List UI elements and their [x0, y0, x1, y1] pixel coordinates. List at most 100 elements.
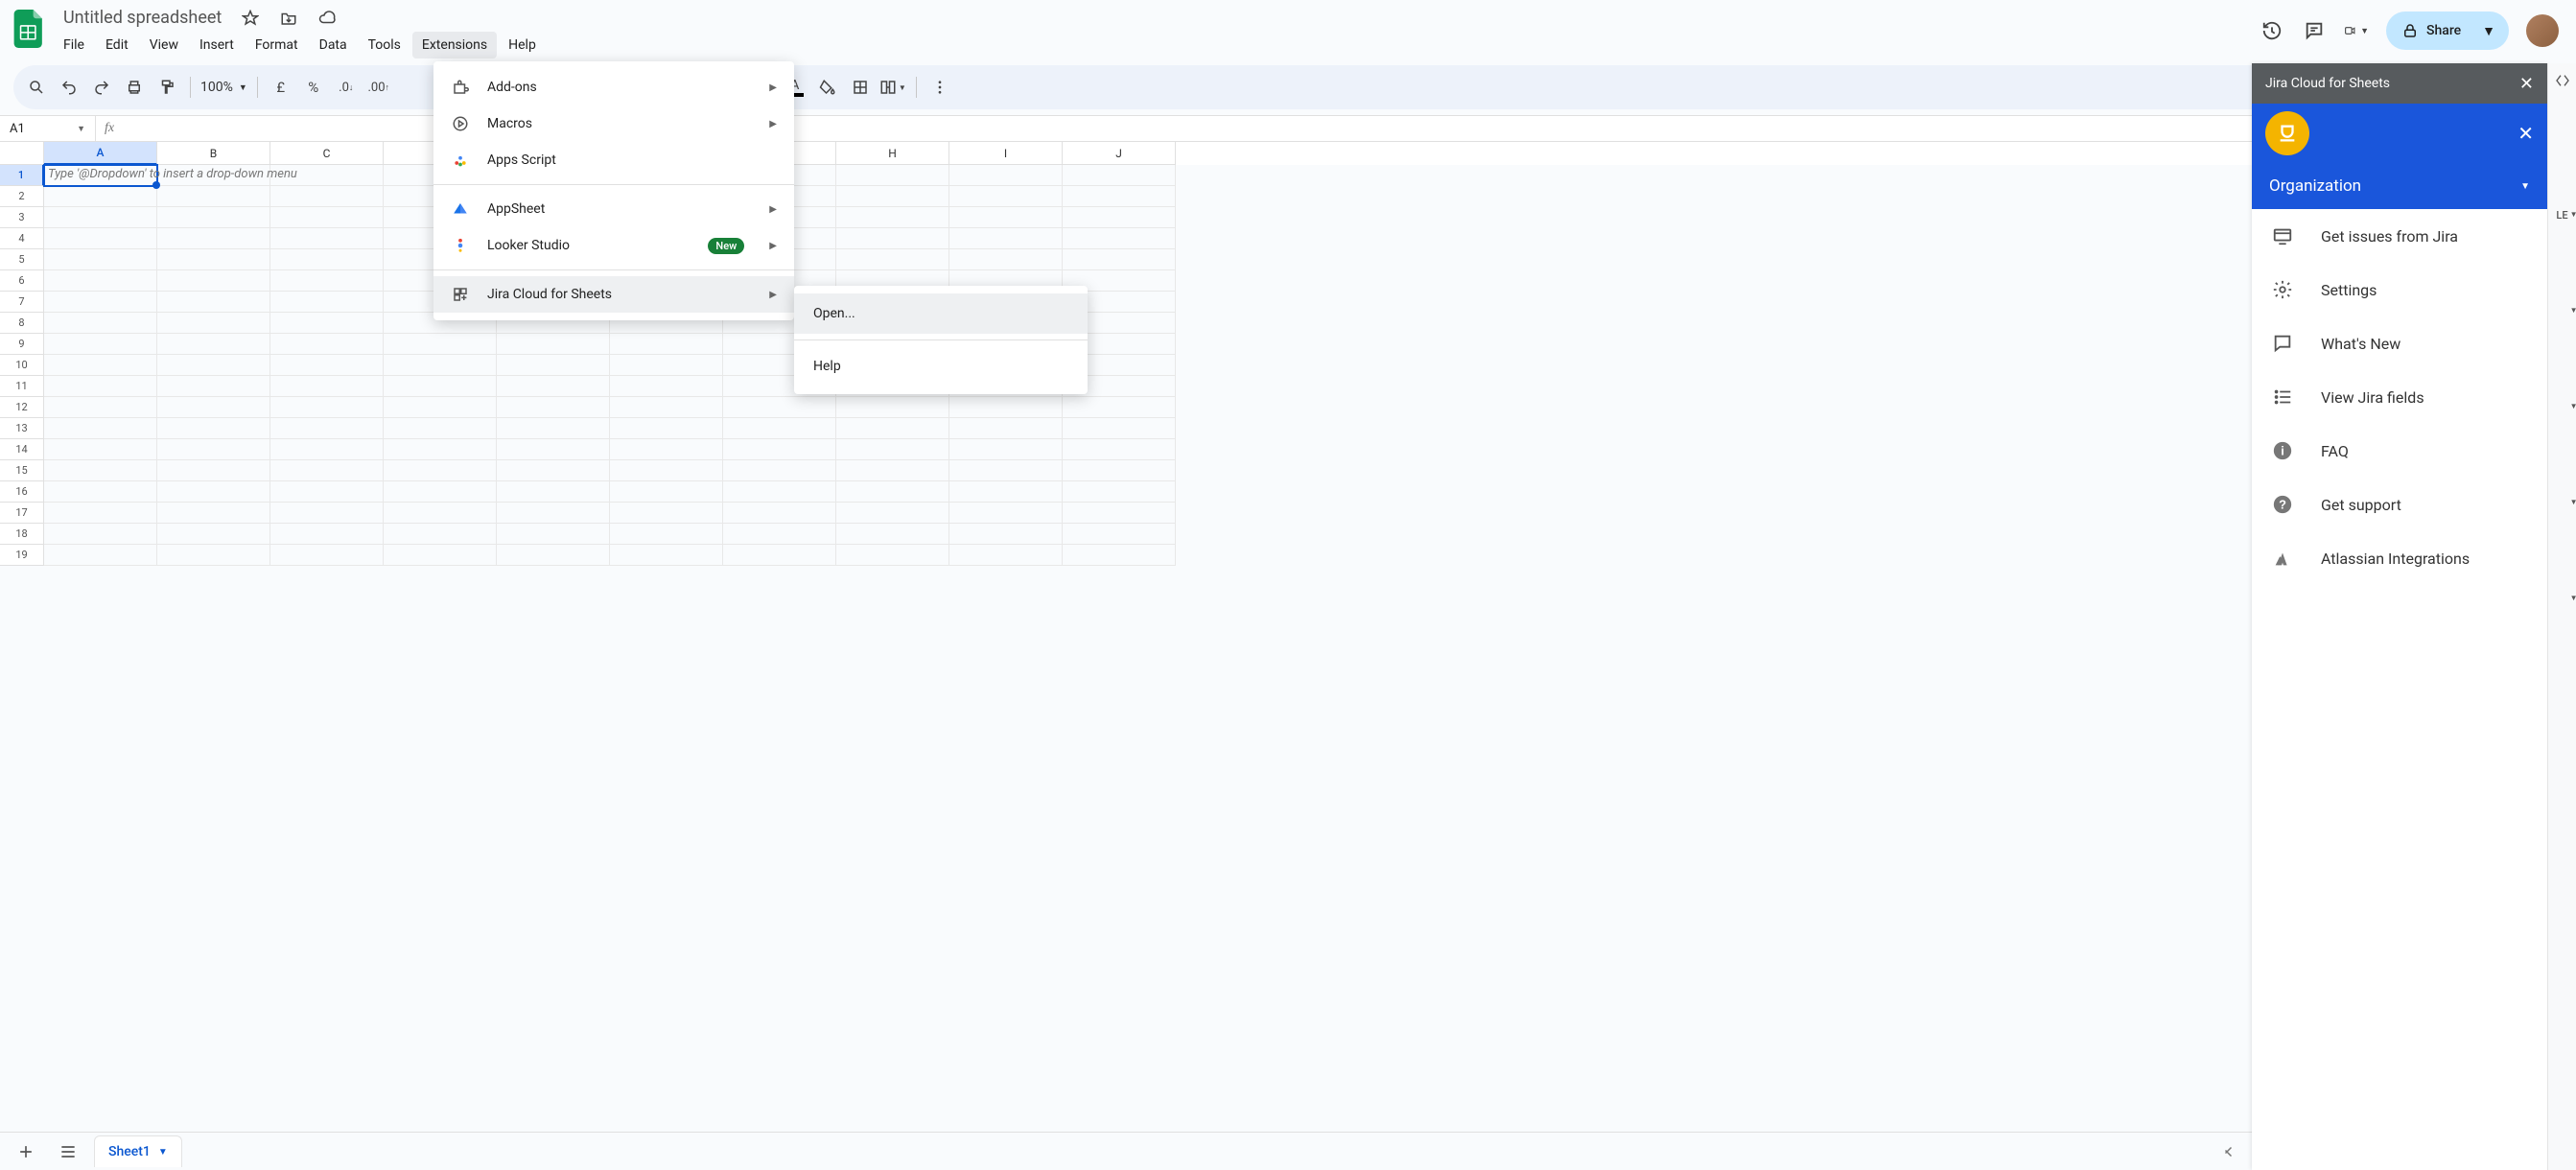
- cell-E11[interactable]: [497, 376, 610, 397]
- cell-E9[interactable]: [497, 334, 610, 355]
- cell-D13[interactable]: [384, 418, 497, 439]
- cell-I18[interactable]: [949, 524, 1063, 545]
- cell-C12[interactable]: [270, 397, 384, 418]
- cell-I17[interactable]: [949, 503, 1063, 524]
- cell-I5[interactable]: [949, 249, 1063, 270]
- cell-C11[interactable]: [270, 376, 384, 397]
- cell-B11[interactable]: [157, 376, 270, 397]
- cell-E13[interactable]: [497, 418, 610, 439]
- cell-A6[interactable]: [44, 270, 157, 292]
- cell-A18[interactable]: [44, 524, 157, 545]
- cell-C8[interactable]: [270, 313, 384, 334]
- cell-I4[interactable]: [949, 228, 1063, 249]
- cell-B3[interactable]: [157, 207, 270, 228]
- row-header-15[interactable]: 15: [0, 460, 44, 481]
- close-sidebar-icon[interactable]: ✕: [2519, 74, 2534, 94]
- side-get-issues[interactable]: Get issues from Jira: [2252, 209, 2547, 263]
- cell-F19[interactable]: [610, 545, 723, 566]
- row-header-19[interactable]: 19: [0, 545, 44, 566]
- row-header-7[interactable]: 7: [0, 292, 44, 313]
- increase-decimal-icon[interactable]: .00↑: [365, 73, 392, 102]
- cell-C2[interactable]: [270, 186, 384, 207]
- cell-G16[interactable]: [723, 481, 836, 503]
- rail-item-2[interactable]: ▼: [2553, 301, 2572, 320]
- row-header-5[interactable]: 5: [0, 249, 44, 270]
- cell-D11[interactable]: [384, 376, 497, 397]
- cell-J5[interactable]: [1063, 249, 1176, 270]
- cell-F12[interactable]: [610, 397, 723, 418]
- cell-I1[interactable]: [949, 165, 1063, 186]
- cell-I3[interactable]: [949, 207, 1063, 228]
- merge-cells-icon[interactable]: ▼: [879, 73, 906, 102]
- cell-G18[interactable]: [723, 524, 836, 545]
- cell-J4[interactable]: [1063, 228, 1176, 249]
- cell-D9[interactable]: [384, 334, 497, 355]
- currency-button[interactable]: £: [268, 73, 294, 102]
- comments-icon[interactable]: [2302, 18, 2327, 43]
- cell-E14[interactable]: [497, 439, 610, 460]
- cell-I13[interactable]: [949, 418, 1063, 439]
- menu-format[interactable]: Format: [246, 32, 308, 58]
- cell-F18[interactable]: [610, 524, 723, 545]
- side-support[interactable]: ? Get support: [2252, 478, 2547, 531]
- row-header-11[interactable]: 11: [0, 376, 44, 397]
- cell-B5[interactable]: [157, 249, 270, 270]
- ext-addons[interactable]: Add-ons▶: [433, 69, 794, 105]
- cell-F14[interactable]: [610, 439, 723, 460]
- rail-item-5[interactable]: ▼: [2553, 589, 2572, 608]
- menu-insert[interactable]: Insert: [190, 32, 244, 58]
- cell-D14[interactable]: [384, 439, 497, 460]
- cell-H3[interactable]: [836, 207, 949, 228]
- cell-F10[interactable]: [610, 355, 723, 376]
- decrease-decimal-icon[interactable]: .0↓: [333, 73, 360, 102]
- row-header-17[interactable]: 17: [0, 503, 44, 524]
- search-menus-icon[interactable]: [23, 73, 50, 102]
- sheet-tab-1[interactable]: Sheet1▼: [94, 1135, 182, 1167]
- row-header-6[interactable]: 6: [0, 270, 44, 292]
- ext-apps-script[interactable]: Apps Script: [433, 142, 794, 178]
- cell-B14[interactable]: [157, 439, 270, 460]
- cell-G12[interactable]: [723, 397, 836, 418]
- cell-A16[interactable]: [44, 481, 157, 503]
- cell-I19[interactable]: [949, 545, 1063, 566]
- cell-H19[interactable]: [836, 545, 949, 566]
- ext-looker[interactable]: Looker Studio New ▶: [433, 227, 794, 264]
- menu-data[interactable]: Data: [310, 32, 357, 58]
- cell-J13[interactable]: [1063, 418, 1176, 439]
- cell-C1[interactable]: [270, 165, 384, 186]
- side-view-fields[interactable]: View Jira fields: [2252, 370, 2547, 424]
- cell-J17[interactable]: [1063, 503, 1176, 524]
- cell-C6[interactable]: [270, 270, 384, 292]
- cell-H15[interactable]: [836, 460, 949, 481]
- cell-B15[interactable]: [157, 460, 270, 481]
- row-header-3[interactable]: 3: [0, 207, 44, 228]
- side-atlassian[interactable]: Atlassian Integrations: [2252, 531, 2547, 585]
- row-header-10[interactable]: 10: [0, 355, 44, 376]
- more-toolbar-icon[interactable]: [926, 73, 953, 102]
- row-header-12[interactable]: 12: [0, 397, 44, 418]
- jira-open[interactable]: Open...: [794, 293, 1088, 334]
- undo-icon[interactable]: [56, 73, 82, 102]
- fill-color-icon[interactable]: [814, 73, 841, 102]
- cell-E19[interactable]: [497, 545, 610, 566]
- ext-jira[interactable]: Jira Cloud for Sheets▶: [433, 276, 794, 313]
- cell-D16[interactable]: [384, 481, 497, 503]
- cell-D17[interactable]: [384, 503, 497, 524]
- col-header-I[interactable]: I: [949, 142, 1063, 165]
- cell-J14[interactable]: [1063, 439, 1176, 460]
- cell-F13[interactable]: [610, 418, 723, 439]
- cell-B8[interactable]: [157, 313, 270, 334]
- cell-H13[interactable]: [836, 418, 949, 439]
- cell-C4[interactable]: [270, 228, 384, 249]
- side-faq[interactable]: i FAQ: [2252, 424, 2547, 478]
- print-icon[interactable]: [121, 73, 148, 102]
- menu-file[interactable]: File: [54, 32, 94, 58]
- cell-I2[interactable]: [949, 186, 1063, 207]
- cell-C5[interactable]: [270, 249, 384, 270]
- cell-A10[interactable]: [44, 355, 157, 376]
- row-header-14[interactable]: 14: [0, 439, 44, 460]
- cell-F17[interactable]: [610, 503, 723, 524]
- cell-H4[interactable]: [836, 228, 949, 249]
- cell-B2[interactable]: [157, 186, 270, 207]
- cell-H1[interactable]: [836, 165, 949, 186]
